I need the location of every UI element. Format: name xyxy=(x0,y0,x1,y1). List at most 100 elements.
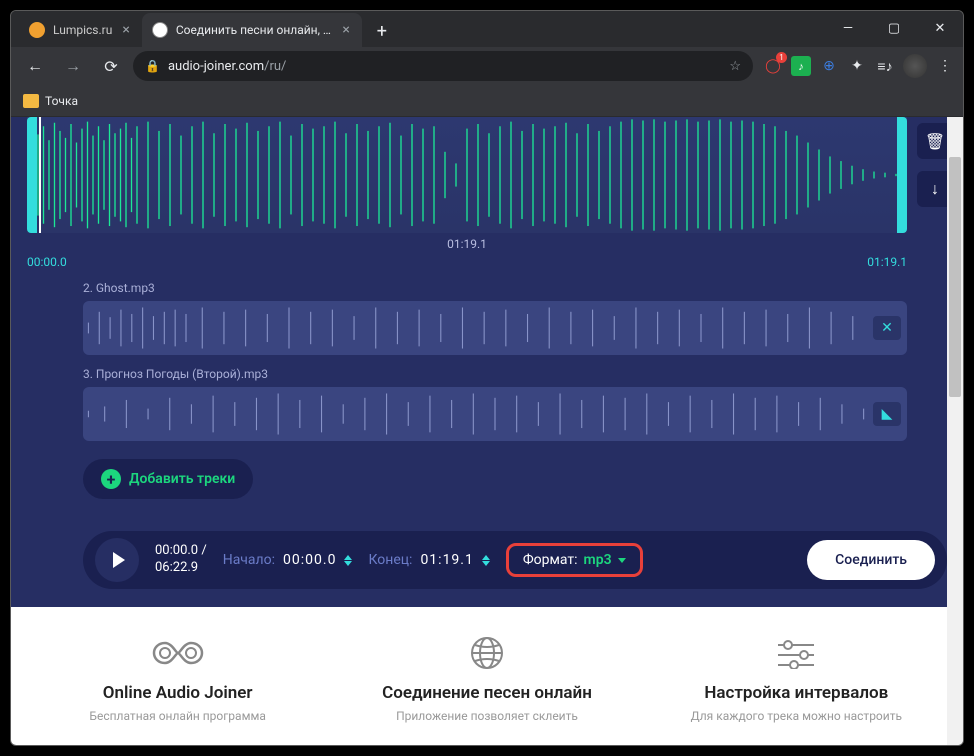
audio-editor: 01:19.1 00:00.0 01:19.1 🗑 ↓ 2. Ghost.mp3 xyxy=(11,117,963,607)
trash-icon: 🗑 xyxy=(925,132,945,151)
feature-3-desc: Для каждого трека можно настроить xyxy=(654,709,939,723)
page-content: 01:19.1 00:00.0 01:19.1 🗑 ↓ 2. Ghost.mp3 xyxy=(11,117,963,745)
track-2: 2. Ghost.mp3 ✕ xyxy=(83,281,907,355)
fadeout-icon: ◣ xyxy=(882,406,893,422)
range-end-time: 01:19.1 xyxy=(867,255,907,269)
bookmarks-bar: Точка xyxy=(11,85,963,117)
tab-title: Соединить песни онлайн, скле... xyxy=(176,23,333,37)
sliders-icon xyxy=(654,631,939,675)
feature-2: Соединение песен онлайн Приложение позво… xyxy=(344,631,629,723)
track-2-waveform[interactable]: ✕ xyxy=(83,301,907,355)
folder-icon xyxy=(23,94,39,108)
chevron-up-icon[interactable] xyxy=(482,555,490,560)
track-3-label: 3. Прогноз Погоды (Второй).mp3 xyxy=(83,367,907,381)
close-button[interactable]: ✕ xyxy=(917,10,963,47)
play-button[interactable] xyxy=(95,538,139,582)
extension-music-icon[interactable]: ♪ xyxy=(791,56,811,76)
browser-menu-button[interactable]: ⋮ xyxy=(935,56,955,76)
address-domain: audio-joiner.com xyxy=(168,59,264,74)
browser-tab-1[interactable]: Lumpics.ru × xyxy=(19,13,142,47)
trim-handle-right[interactable] xyxy=(897,117,907,233)
format-dropdown[interactable]: Формат: mp3 xyxy=(506,543,643,577)
favicon-icon xyxy=(29,22,45,38)
playback-time: 00:00.0 / 06:22.9 xyxy=(155,543,207,577)
track-3-waveform[interactable]: ◣ xyxy=(83,387,907,441)
minimize-button[interactable]: — xyxy=(825,10,871,47)
tab-title: Lumpics.ru xyxy=(53,23,112,37)
primary-track-waveform[interactable] xyxy=(27,117,907,233)
start-label: Начало: xyxy=(223,552,275,568)
add-tracks-row: + Добавить треки xyxy=(83,459,907,523)
format-label: Формат: xyxy=(523,552,578,568)
start-stepper[interactable] xyxy=(344,555,352,566)
feature-3-title: Настройка интервалов xyxy=(654,683,939,703)
extension-globe-icon[interactable]: ⊕ xyxy=(819,56,839,76)
fadeout-button[interactable]: ◣ xyxy=(873,402,901,426)
range-start-time: 00:00.0 xyxy=(27,255,67,269)
close-icon[interactable]: × xyxy=(120,22,131,38)
format-value: mp3 xyxy=(584,552,612,568)
chevron-down-icon[interactable] xyxy=(344,561,352,566)
feature-1-title: Online Audio Joiner xyxy=(35,683,320,703)
end-stepper[interactable] xyxy=(482,555,490,566)
globe-icon xyxy=(344,631,629,675)
browser-tabs: Lumpics.ru × Соединить песни онлайн, скл… xyxy=(11,11,963,47)
feature-2-desc: Приложение позволяет склеить xyxy=(344,709,629,723)
playback-total: 06:22.9 xyxy=(155,560,207,577)
start-time-control: Начало: 00:00.0 xyxy=(223,552,353,568)
address-path: /ru/ xyxy=(264,59,286,74)
reload-button[interactable]: ⟳ xyxy=(95,50,127,82)
profile-avatar[interactable] xyxy=(903,54,927,78)
feature-1: Online Audio Joiner Бесплатная онлайн пр… xyxy=(35,631,320,723)
lock-icon: 🔒 xyxy=(145,59,160,73)
bookmark-label: Точка xyxy=(45,94,78,108)
back-button[interactable]: ← xyxy=(19,50,51,82)
add-tracks-button[interactable]: + Добавить треки xyxy=(83,459,253,499)
chevron-down-icon[interactable] xyxy=(482,561,490,566)
waveform-icon xyxy=(83,301,907,355)
end-value[interactable]: 01:19.1 xyxy=(420,552,473,568)
chevron-down-icon xyxy=(618,558,626,563)
browser-toolbar: ← → ⟳ 🔒 audio-joiner.com/ru/ ☆ ◯1 ♪ ⊕ ✦ … xyxy=(11,47,963,85)
end-time-control: Конец: 01:19.1 xyxy=(368,552,489,568)
track-2-label: 2. Ghost.mp3 xyxy=(83,281,907,295)
waveform-icon xyxy=(27,117,907,233)
extension-opera-icon[interactable]: ◯1 xyxy=(763,56,783,76)
extension-icons: ◯1 ♪ ⊕ ✦ ≡♪ ⋮ xyxy=(759,54,955,78)
infinity-icon xyxy=(35,631,320,675)
crossfade-icon: ✕ xyxy=(881,320,893,336)
favicon-icon xyxy=(152,22,168,38)
new-tab-button[interactable]: + xyxy=(368,17,396,45)
feature-3: Настройка интервалов Для каждого трека м… xyxy=(654,631,939,723)
add-tracks-label: Добавить треки xyxy=(129,471,235,487)
extensions-button[interactable]: ✦ xyxy=(847,56,867,76)
bookmark-star-icon[interactable]: ☆ xyxy=(729,59,741,74)
trim-handle-left[interactable] xyxy=(27,117,37,233)
join-button[interactable]: Соединить xyxy=(807,540,935,580)
end-label: Конец: xyxy=(368,552,412,568)
playhead[interactable] xyxy=(39,117,41,233)
waveform-icon xyxy=(83,387,907,441)
plus-icon: + xyxy=(101,469,121,489)
track-duration-label: 01:19.1 xyxy=(27,237,907,251)
playback-controls: 00:00.0 / 06:22.9 Начало: 00:00.0 Конец:… xyxy=(83,531,947,589)
address-bar[interactable]: 🔒 audio-joiner.com/ru/ ☆ xyxy=(133,51,753,81)
track-3: 3. Прогноз Погоды (Второй).mp3 ◣ xyxy=(83,367,907,441)
reading-list-icon[interactable]: ≡♪ xyxy=(875,56,895,76)
window-controls: — ▢ ✕ xyxy=(825,10,963,47)
feature-2-title: Соединение песен онлайн xyxy=(344,683,629,703)
features-row: Online Audio Joiner Бесплатная онлайн пр… xyxy=(11,607,963,731)
playback-current: 00:00.0 / xyxy=(155,543,207,560)
crossfade-button[interactable]: ✕ xyxy=(873,316,901,340)
start-value[interactable]: 00:00.0 xyxy=(283,552,336,568)
browser-window: Lumpics.ru × Соединить песни онлайн, скл… xyxy=(10,10,964,746)
browser-tab-2[interactable]: Соединить песни онлайн, скле... × xyxy=(142,13,362,47)
vertical-scrollbar[interactable] xyxy=(947,117,963,745)
arrow-down-icon: ↓ xyxy=(931,179,939,199)
maximize-button[interactable]: ▢ xyxy=(871,10,917,47)
chevron-up-icon[interactable] xyxy=(344,555,352,560)
scrollbar-thumb[interactable] xyxy=(949,157,961,397)
close-icon[interactable]: × xyxy=(340,22,351,38)
bookmark-folder-tochka[interactable]: Точка xyxy=(23,94,78,108)
forward-button[interactable]: → xyxy=(57,50,89,82)
